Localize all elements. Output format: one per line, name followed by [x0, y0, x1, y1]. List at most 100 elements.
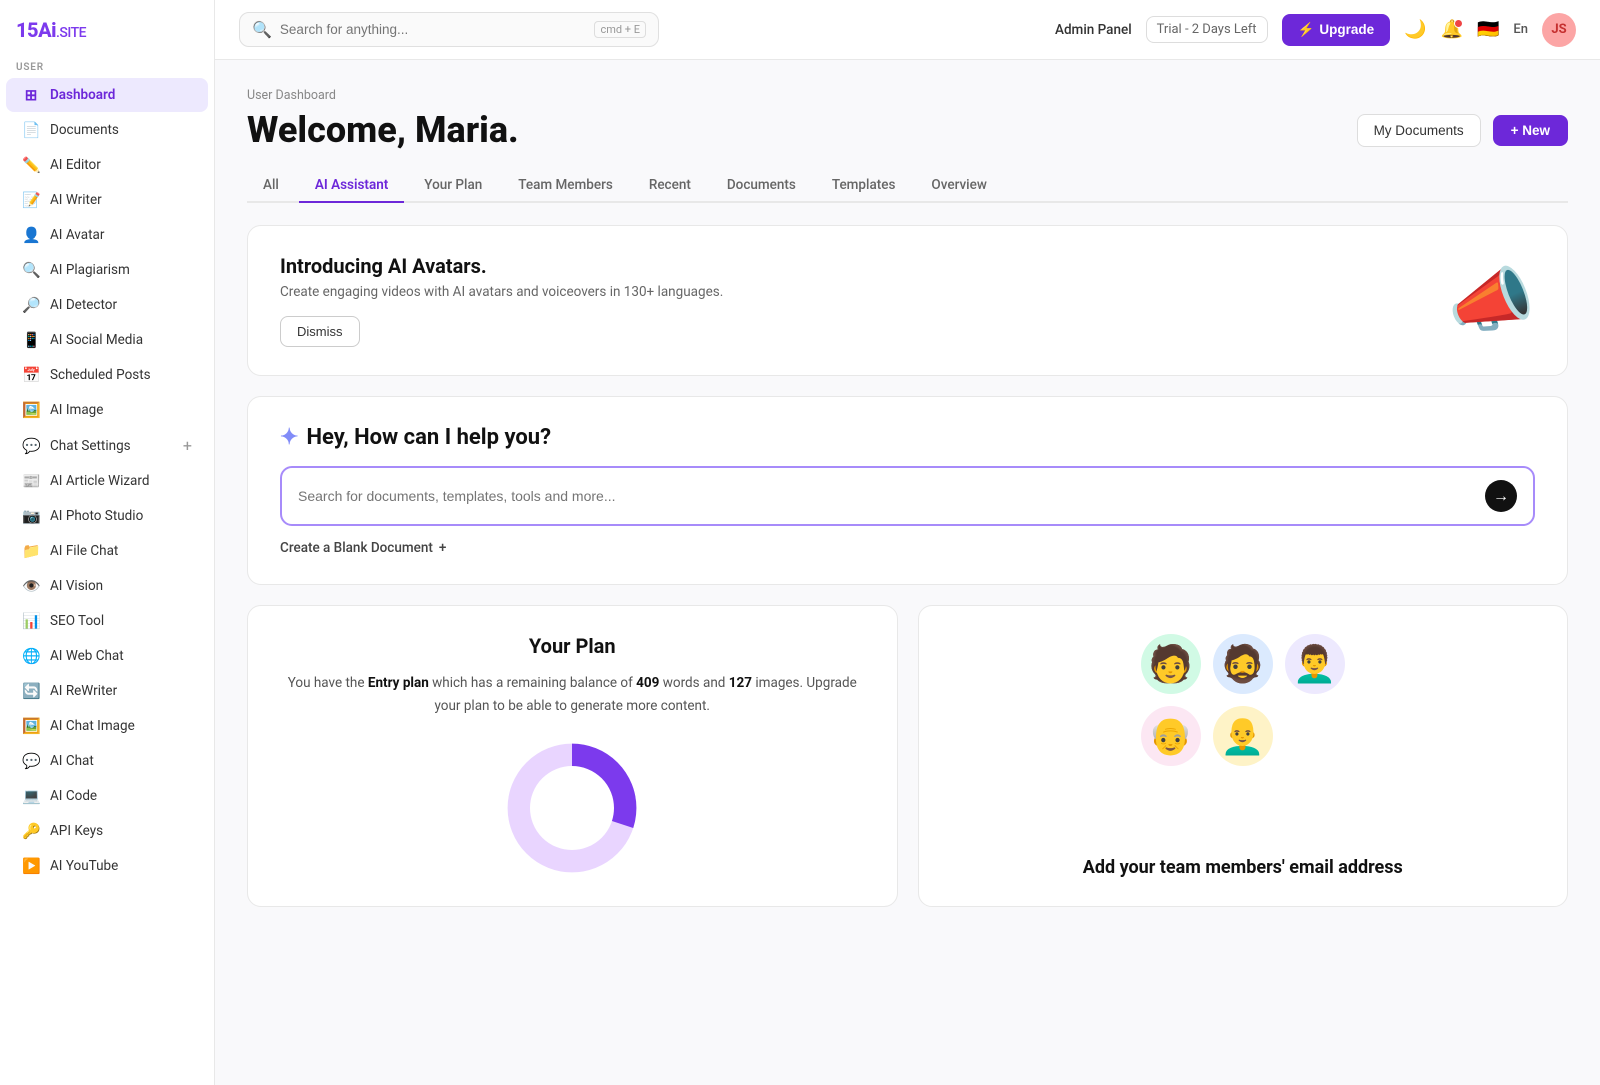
bottom-row: Your Plan You have the Entry plan which …	[247, 605, 1568, 907]
my-documents-button[interactable]: My Documents	[1357, 114, 1481, 147]
sidebar-item-ai-chat[interactable]: 💬 AI Chat	[6, 744, 208, 778]
sidebar-item-label: AI Avatar	[50, 227, 104, 243]
ai-avatar-icon: 👤	[22, 226, 40, 244]
sidebar-item-ai-plagiarism[interactable]: 🔍 AI Plagiarism	[6, 253, 208, 287]
sidebar-item-ai-file-chat[interactable]: 📁 AI File Chat	[6, 534, 208, 568]
tab-team-members[interactable]: Team Members	[502, 169, 629, 203]
chat-settings-icon: 💬	[22, 437, 40, 455]
sidebar-item-ai-image[interactable]: 🖼️ AI Image	[6, 393, 208, 427]
sidebar-item-label: AI Writer	[50, 192, 102, 208]
ai-code-icon: 💻	[22, 787, 40, 805]
sidebar-item-ai-code[interactable]: 💻 AI Code	[6, 779, 208, 813]
sidebar-item-ai-photo-studio[interactable]: 📷 AI Photo Studio	[6, 499, 208, 533]
banner-card: Introducing AI Avatars. Create engaging …	[247, 225, 1568, 376]
sparkle-icon: ✦	[280, 425, 298, 450]
tab-overview[interactable]: Overview	[915, 169, 1002, 203]
trial-badge: Trial - 2 Days Left	[1146, 16, 1268, 43]
new-button[interactable]: + New	[1493, 115, 1568, 146]
upgrade-button[interactable]: ⚡ Upgrade	[1282, 14, 1391, 46]
logo: 15Ai.SITE	[0, 0, 214, 52]
page-title: Welcome, Maria.	[247, 109, 519, 151]
page-header: Welcome, Maria. My Documents + New	[247, 109, 1568, 151]
breadcrumb: User Dashboard	[247, 88, 1568, 103]
sidebar-nav: ⊞ Dashboard 📄 Documents ✏️ AI Editor 📝 A…	[0, 77, 214, 884]
sidebar-item-ai-youtube[interactable]: ▶️ AI YouTube	[6, 849, 208, 883]
language-flag: 🇩🇪	[1477, 19, 1499, 40]
tab-documents[interactable]: Documents	[711, 169, 812, 203]
sidebar-item-label: Scheduled Posts	[50, 367, 151, 383]
sidebar-item-ai-article-wizard[interactable]: 📰 AI Article Wizard	[6, 464, 208, 498]
sidebar-item-label: AI Article Wizard	[50, 473, 149, 489]
tab-recent[interactable]: Recent	[633, 169, 707, 203]
sidebar-item-ai-rewriter[interactable]: 🔄 AI ReWriter	[6, 674, 208, 708]
sidebar-item-scheduled-posts[interactable]: 📅 Scheduled Posts	[6, 358, 208, 392]
team-avatars: 🧑 🧔 👨‍🦱 👴 👨‍🦲	[1141, 634, 1345, 766]
sidebar-item-label: AI Chat	[50, 753, 94, 769]
notifications-button[interactable]: 🔔	[1441, 19, 1463, 40]
ai-file-chat-icon: 📁	[22, 542, 40, 560]
sidebar-item-api-keys[interactable]: 🔑 API Keys	[6, 814, 208, 848]
ai-vision-icon: 👁️	[22, 577, 40, 595]
ai-search-input[interactable]	[298, 488, 1477, 504]
chat-settings-plus[interactable]: +	[183, 436, 192, 455]
sidebar-item-ai-writer[interactable]: 📝 AI Writer	[6, 183, 208, 217]
sidebar-item-documents[interactable]: 📄 Documents	[6, 113, 208, 147]
ai-search-submit[interactable]: →	[1485, 480, 1517, 512]
plan-card: Your Plan You have the Entry plan which …	[247, 605, 898, 907]
create-blank-button[interactable]: Create a Blank Document +	[280, 540, 1535, 556]
search-input[interactable]	[280, 22, 587, 37]
sidebar-item-ai-editor[interactable]: ✏️ AI Editor	[6, 148, 208, 182]
team-avatar-2: 🧔	[1213, 634, 1273, 694]
page-content: User Dashboard Welcome, Maria. My Docume…	[215, 60, 1600, 1085]
tab-ai-assistant[interactable]: AI Assistant	[299, 169, 404, 203]
language-selector[interactable]: En	[1513, 22, 1528, 37]
ai-search-bar[interactable]: →	[280, 466, 1535, 526]
sidebar-item-label: Chat Settings	[50, 438, 131, 454]
tab-all[interactable]: All	[247, 169, 295, 203]
sidebar-item-ai-avatar[interactable]: 👤 AI Avatar	[6, 218, 208, 252]
ai-detector-icon: 🔎	[22, 296, 40, 314]
admin-panel-link[interactable]: Admin Panel	[1055, 22, 1132, 38]
sidebar-item-label: SEO Tool	[50, 613, 104, 629]
ai-rewriter-icon: 🔄	[22, 682, 40, 700]
banner-icon: 📣	[1448, 266, 1535, 336]
banner-text: Introducing AI Avatars. Create engaging …	[280, 254, 723, 347]
sidebar-item-label: AI Photo Studio	[50, 508, 143, 524]
sidebar-item-ai-chat-image[interactable]: 🖼️ AI Chat Image	[6, 709, 208, 743]
tab-your-plan[interactable]: Your Plan	[408, 169, 498, 203]
sidebar-item-chat-settings[interactable]: 💬 Chat Settings +	[6, 428, 208, 463]
sidebar-item-label: AI Chat Image	[50, 718, 135, 734]
ai-web-chat-icon: 🌐	[22, 647, 40, 665]
sidebar-item-dashboard[interactable]: ⊞ Dashboard	[6, 78, 208, 112]
search-bar[interactable]: 🔍 cmd + E	[239, 12, 659, 47]
sidebar-item-label: API Keys	[50, 823, 103, 839]
header-actions: My Documents + New	[1357, 114, 1568, 147]
team-title: Add your team members' email address	[1083, 857, 1403, 878]
dismiss-button[interactable]: Dismiss	[280, 316, 360, 347]
ai-social-media-icon: 📱	[22, 331, 40, 349]
team-avatar-4: 👴	[1141, 706, 1201, 766]
api-keys-icon: 🔑	[22, 822, 40, 840]
ai-photo-studio-icon: 📷	[22, 507, 40, 525]
sidebar-item-seo-tool[interactable]: 📊 SEO Tool	[6, 604, 208, 638]
sidebar-item-label: AI Plagiarism	[50, 262, 130, 278]
ai-editor-icon: ✏️	[22, 156, 40, 174]
sidebar-section-user: USER	[0, 52, 214, 77]
theme-toggle-button[interactable]: 🌙	[1404, 19, 1426, 40]
main-content: 🔍 cmd + E Admin Panel Trial - 2 Days Lef…	[215, 0, 1600, 1085]
sidebar-item-ai-vision[interactable]: 👁️ AI Vision	[6, 569, 208, 603]
sidebar-item-label: AI ReWriter	[50, 683, 117, 699]
sidebar-item-ai-web-chat[interactable]: 🌐 AI Web Chat	[6, 639, 208, 673]
sidebar-item-ai-detector[interactable]: 🔎 AI Detector	[6, 288, 208, 322]
documents-icon: 📄	[22, 121, 40, 139]
search-shortcut: cmd + E	[594, 21, 646, 38]
user-avatar[interactable]: JS	[1542, 13, 1576, 47]
ai-image-icon: 🖼️	[22, 401, 40, 419]
sidebar-item-label: AI Social Media	[50, 332, 143, 348]
plus-icon: +	[439, 540, 447, 556]
team-avatar-3: 👨‍🦱	[1285, 634, 1345, 694]
ai-help-title: ✦ Hey, How can I help you?	[280, 425, 1535, 450]
sidebar-item-ai-social-media[interactable]: 📱 AI Social Media	[6, 323, 208, 357]
banner-description: Create engaging videos with AI avatars a…	[280, 284, 723, 300]
tab-templates[interactable]: Templates	[816, 169, 912, 203]
